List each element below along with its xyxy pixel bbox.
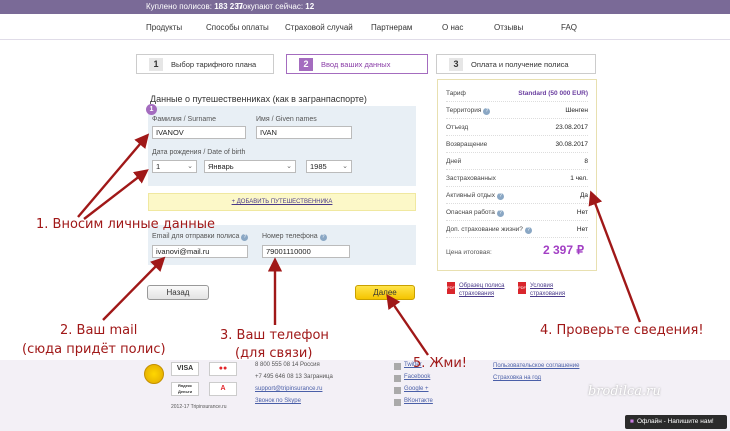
arrow-to-surname (77, 133, 150, 218)
arrow-to-dob (83, 169, 149, 220)
annotation-5: 5. Жми! (413, 356, 468, 371)
arrow-to-summary (588, 190, 642, 323)
annotation-1: 1. Вносим личные данные (36, 217, 215, 232)
annotation-arrows (77, 133, 642, 356)
annotation-3-line1: 3. Ваш телефон (220, 328, 329, 343)
annotation-3-line2: (для связи) (235, 346, 313, 361)
annotation-2-line1: 2. Ваш mail (60, 323, 138, 338)
annotation-4: 4. Проверьте сведения! (540, 323, 704, 338)
annotation-2-line2: (сюда придёт полис) (22, 342, 166, 357)
arrow-to-email (102, 256, 166, 321)
arrow-to-next (386, 294, 429, 356)
